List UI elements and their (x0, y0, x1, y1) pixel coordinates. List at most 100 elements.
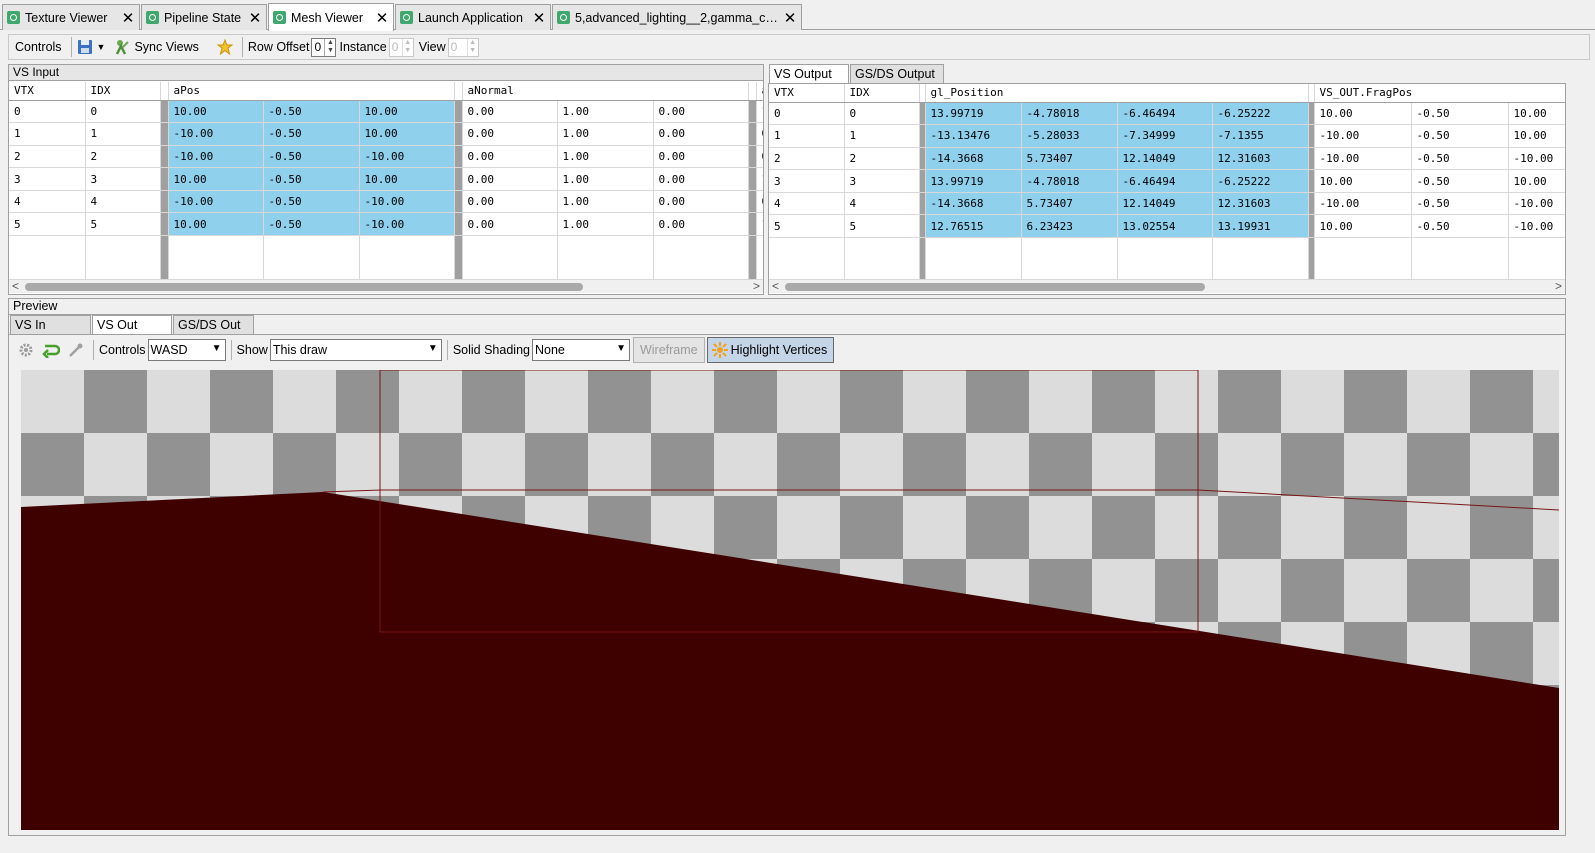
cell-gl-position-y[interactable]: 5.73407 (1021, 192, 1118, 216)
controls-select[interactable]: WASD ▼ (147, 339, 226, 361)
table-row[interactable]: 00 10.00-0.5010.00 0.001.000.00 1 (9, 100, 763, 124)
column-header-apos[interactable]: aPos (168, 82, 455, 101)
chevron-right-icon[interactable]: > (1555, 279, 1562, 293)
scrollbar-thumb[interactable] (785, 283, 1205, 291)
cell-idx[interactable]: 1 (85, 122, 161, 146)
cell-gl-position-y[interactable]: 6.23423 (1021, 214, 1118, 239)
tab-gs-ds-output[interactable]: GS/DS Output (850, 64, 944, 83)
column-header-atexcoords[interactable]: aT (756, 82, 763, 101)
cell-anormal-y[interactable]: 1.00 (557, 190, 654, 214)
tab-gs-ds-out[interactable]: GS/DS Out (173, 315, 254, 334)
column-header-fragpos[interactable]: VS_OUT.FragPos (1314, 84, 1565, 103)
highlight-vertices-button[interactable]: Highlight Vertices (706, 337, 835, 363)
cell-anormal-z[interactable]: 0.00 (653, 167, 749, 191)
cell-fragpos-x[interactable]: -10.00 (1314, 192, 1412, 216)
cell-anormal-x[interactable]: 0.00 (462, 190, 558, 214)
table-row[interactable]: 33 13.99719 -4.78018 -6.46494 -6.25222 10.0… (769, 169, 1565, 193)
cell-gl-position-z[interactable]: 12.14049 (1117, 192, 1213, 216)
cell-apos-z[interactable]: 10.00 (359, 167, 455, 191)
chevron-left-icon[interactable]: < (12, 279, 19, 293)
cell-idx[interactable]: 0 (85, 100, 161, 124)
cell-apos-z[interactable]: 10.00 (359, 100, 455, 124)
cell-gl-position-x[interactable]: -13.13476 (925, 124, 1022, 148)
horizontal-scrollbar[interactable]: < > (9, 279, 763, 293)
cell-fragpos-y[interactable]: -0.50 (1411, 102, 1509, 126)
cell-anormal-x[interactable]: 0.00 (462, 100, 558, 124)
cell-apos-x[interactable]: 10.00 (168, 167, 264, 191)
table-row[interactable]: 55 12.76515 6.23423 13.02554 13.19931 10.00… (769, 214, 1565, 239)
cell-vtx[interactable]: 2 (769, 147, 845, 171)
cell-apos-y[interactable]: -0.50 (263, 212, 360, 237)
row-offset-spinner[interactable]: 0 ▲ ▼ (311, 37, 337, 57)
cell-atexcoords[interactable]: 0 (756, 122, 763, 146)
close-icon[interactable]: ✕ (120, 9, 136, 27)
table-row[interactable]: 33 10.00-0.5010.00 0.001.000.00 1 (9, 167, 763, 191)
cell-apos-x[interactable]: -10.00 (168, 145, 264, 169)
cell-apos-y[interactable]: -0.50 (263, 100, 360, 124)
cell-vtx[interactable]: 1 (9, 122, 86, 146)
cell-gl-position-w[interactable]: -7.1355 (1212, 124, 1309, 148)
table-row[interactable]: 44 -10.00-0.50-10.00 0.001.000.00 0 (9, 190, 763, 214)
cell-anormal-y[interactable]: 1.00 (557, 167, 654, 191)
cell-gl-position-w[interactable]: 12.31603 (1212, 192, 1309, 216)
cell-fragpos-z[interactable]: -10.00 (1508, 147, 1565, 171)
cell-apos-z[interactable]: -10.00 (359, 145, 455, 169)
tab-texture-viewer[interactable]: Texture Viewer ✕ (2, 4, 140, 30)
cell-apos-y[interactable]: -0.50 (263, 190, 360, 214)
cell-gl-position-z[interactable]: 13.02554 (1117, 214, 1213, 239)
cell-vtx[interactable]: 4 (9, 190, 86, 214)
cell-apos-x[interactable]: 10.00 (168, 100, 264, 124)
cell-fragpos-x[interactable]: -10.00 (1314, 124, 1412, 148)
scrollbar-thumb[interactable] (25, 283, 583, 291)
cell-atexcoords[interactable]: 0 (756, 145, 763, 169)
cell-gl-position-w[interactable]: 12.31603 (1212, 147, 1309, 171)
tab-vs-output[interactable]: VS Output (769, 64, 849, 83)
column-header-gl-position[interactable]: gl_Position (925, 84, 1309, 103)
cell-apos-y[interactable]: -0.50 (263, 122, 360, 146)
settings-button[interactable] (18, 342, 34, 358)
cell-gl-position-y[interactable]: -5.28033 (1021, 124, 1118, 148)
cell-gl-position-z[interactable]: 12.14049 (1117, 147, 1213, 171)
cell-fragpos-x[interactable]: -10.00 (1314, 147, 1412, 171)
cell-anormal-z[interactable]: 0.00 (653, 100, 749, 124)
cell-fragpos-x[interactable]: 10.00 (1314, 169, 1412, 193)
cell-fragpos-y[interactable]: -0.50 (1411, 147, 1509, 171)
pick-button[interactable] (68, 342, 84, 358)
tab-vs-in[interactable]: VS In (10, 315, 91, 334)
cell-anormal-x[interactable]: 0.00 (462, 212, 558, 237)
cell-vtx[interactable]: 0 (769, 102, 845, 126)
table-row[interactable]: 11 -13.13476 -5.28033 -7.34999 -7.1355 -10.… (769, 124, 1565, 148)
cell-gl-position-x[interactable]: -14.3668 (925, 147, 1022, 171)
cell-atexcoords[interactable]: 1 (756, 212, 763, 237)
cell-vtx[interactable]: 5 (769, 214, 845, 239)
cell-vtx[interactable]: 1 (769, 124, 845, 148)
cell-idx[interactable]: 3 (85, 167, 161, 191)
cell-fragpos-y[interactable]: -0.50 (1411, 124, 1509, 148)
cell-fragpos-x[interactable]: 10.00 (1314, 102, 1412, 126)
cell-vtx[interactable]: 2 (9, 145, 86, 169)
cell-apos-y[interactable]: -0.50 (263, 167, 360, 191)
sync-views-button[interactable]: Sync Views (115, 39, 199, 55)
cell-gl-position-w[interactable]: -6.25222 (1212, 102, 1309, 126)
chevron-down-icon[interactable]: ▼ (97, 42, 106, 52)
cell-atexcoords[interactable]: 1 (756, 100, 763, 124)
cell-fragpos-y[interactable]: -0.50 (1411, 169, 1509, 193)
cell-anormal-z[interactable]: 0.00 (653, 122, 749, 146)
cell-gl-position-x[interactable]: 13.99719 (925, 102, 1022, 126)
mesh-preview-canvas[interactable] (21, 370, 1559, 830)
close-icon[interactable]: ✕ (247, 9, 263, 27)
cell-fragpos-z[interactable]: 10.00 (1508, 102, 1565, 126)
cell-idx[interactable]: 1 (844, 124, 920, 148)
cell-atexcoords[interactable]: 0 (756, 190, 763, 214)
cell-anormal-y[interactable]: 1.00 (557, 145, 654, 169)
cell-fragpos-y[interactable]: -0.50 (1411, 214, 1509, 239)
table-row[interactable]: 22 -10.00-0.50-10.00 0.001.000.00 0 (9, 145, 763, 169)
close-icon[interactable]: ✕ (531, 9, 547, 27)
cell-apos-x[interactable]: -10.00 (168, 190, 264, 214)
column-header-idx[interactable]: IDX (844, 84, 920, 103)
chevron-down-icon[interactable]: ▼ (428, 343, 438, 354)
cell-idx[interactable]: 4 (85, 190, 161, 214)
close-icon[interactable]: ✕ (782, 9, 798, 27)
cell-fragpos-x[interactable]: 10.00 (1314, 214, 1412, 239)
cell-anormal-x[interactable]: 0.00 (462, 145, 558, 169)
